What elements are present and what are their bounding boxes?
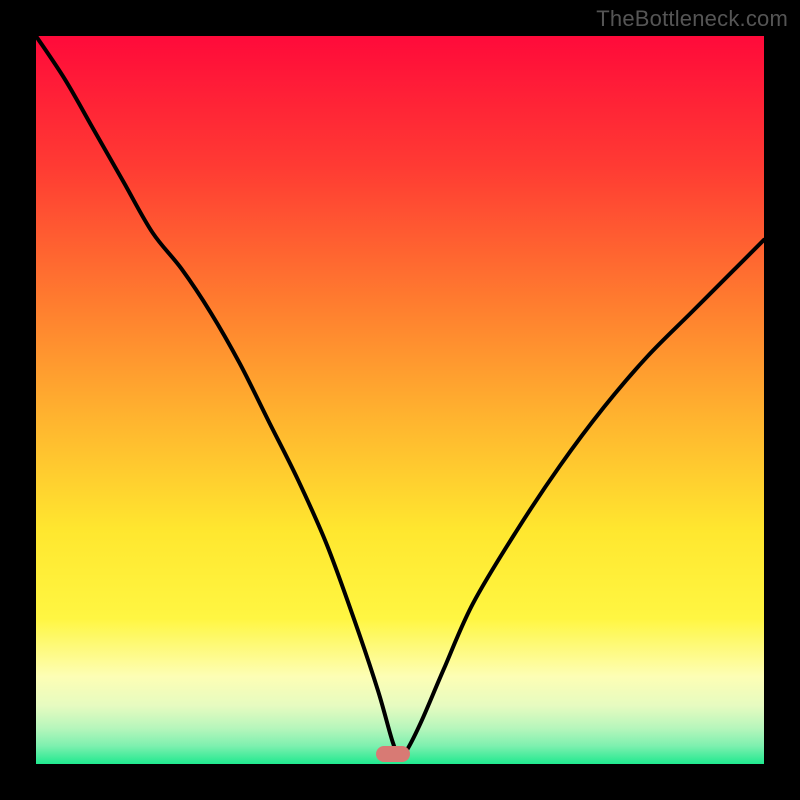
plot-area xyxy=(36,36,764,764)
chart-frame: TheBottleneck.com xyxy=(0,0,800,800)
bottleneck-curve-path xyxy=(36,36,764,757)
watermark-text: TheBottleneck.com xyxy=(596,6,788,32)
optimal-balance-marker xyxy=(376,746,410,762)
bottleneck-curve xyxy=(36,36,764,764)
